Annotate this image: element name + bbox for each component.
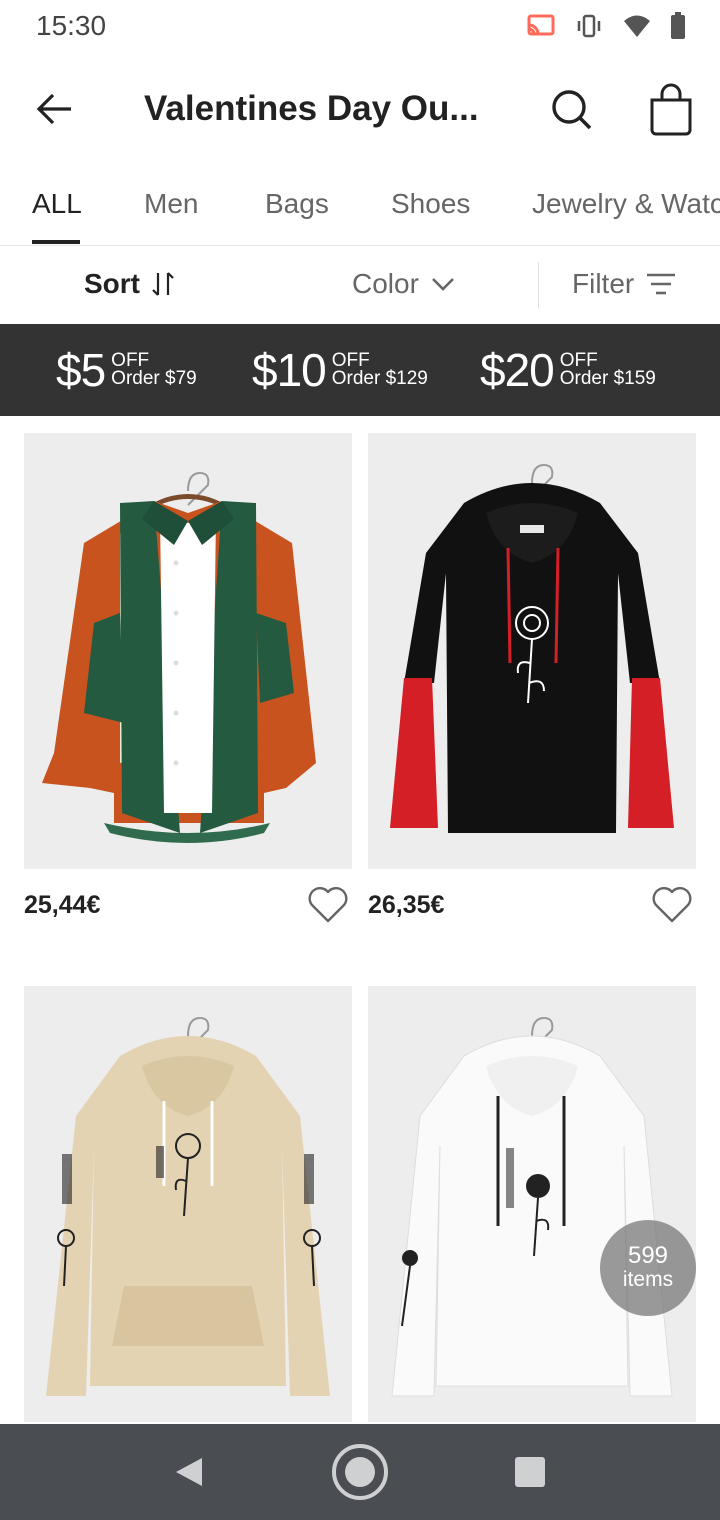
sort-button[interactable]: Sort [84, 266, 176, 302]
status-icons [526, 12, 686, 40]
color-dropdown[interactable]: Color [352, 266, 455, 302]
tab-all[interactable]: ALL [32, 186, 82, 222]
tab-bags[interactable]: Bags [265, 186, 329, 222]
square-recents-icon [515, 1457, 545, 1487]
status-bar: 15:30 [0, 0, 720, 56]
white-hoodie-image [391, 1016, 673, 1397]
sort-label: Sort [84, 268, 140, 299]
items-count-number: 599 [627, 1242, 669, 1269]
product-image[interactable] [24, 433, 352, 869]
product-price: 26,35€ [368, 891, 445, 919]
promo-banner[interactable]: $5 OFF Order $79 $10 OFF Order $129 $20 … [0, 324, 720, 416]
product-price: 25,44€ [24, 891, 101, 919]
black-hoodie-image [390, 463, 674, 833]
vibrate-icon [577, 14, 601, 38]
product-image[interactable] [24, 986, 352, 1422]
cast-icon [527, 14, 555, 36]
system-nav-bar [0, 1424, 720, 1520]
back-button[interactable] [30, 86, 80, 132]
coupon-10-off[interactable]: $10 OFF Order $129 [252, 342, 428, 398]
product-image[interactable] [368, 986, 696, 1422]
chevron-down-icon [432, 278, 454, 291]
product-image[interactable] [368, 433, 696, 869]
triangle-back-icon [176, 1458, 202, 1486]
coupon-min-order: Order $79 [111, 368, 197, 389]
tab-jewelry-watches[interactable]: Jewelry & Watc [532, 186, 720, 222]
wishlist-button[interactable] [650, 885, 694, 925]
product-meta: 25,44€ [24, 869, 352, 941]
circle-home-icon [332, 1444, 388, 1500]
active-tab-indicator [32, 240, 80, 244]
coupon-min-order: Order $129 [331, 368, 428, 389]
system-back-button[interactable] [168, 1452, 208, 1497]
coupon-amount: $10 [252, 344, 327, 396]
battery-icon [671, 12, 685, 39]
product-card[interactable] [24, 986, 352, 1422]
shopping-bag-icon [650, 83, 692, 136]
beige-hoodie-image [46, 1016, 330, 1396]
coupon-20-off[interactable]: $20 OFF Order $159 [480, 342, 656, 398]
shopping-bag-button[interactable] [646, 82, 696, 136]
tab-shoes[interactable]: Shoes [391, 186, 470, 222]
system-home-button[interactable] [330, 1442, 390, 1507]
wifi-icon [624, 15, 650, 37]
product-meta: 26,35€ [368, 869, 696, 941]
tab-men[interactable]: Men [144, 186, 198, 222]
coupon-amount: $20 [480, 344, 555, 396]
product-card[interactable] [368, 986, 696, 1422]
category-tabs: ALL Men Bags Shoes Jewelry & Watc [0, 168, 720, 246]
filter-bar: Sort Color Filter [0, 246, 720, 324]
search-button[interactable] [548, 86, 596, 134]
heart-outline-icon [652, 887, 692, 923]
product-card[interactable]: 26,35€ [368, 433, 696, 941]
items-count-badge: 599 items [600, 1220, 696, 1316]
wishlist-button[interactable] [306, 885, 350, 925]
coupon-min-order: Order $159 [559, 368, 656, 389]
arrow-left-icon [36, 93, 71, 125]
filter-label: Filter [572, 268, 635, 299]
status-time: 15:30 [36, 10, 107, 41]
items-count-label: items [622, 1268, 674, 1291]
system-recents-button[interactable] [514, 1456, 546, 1493]
corduroy-shirt-image [42, 471, 316, 843]
search-icon [552, 90, 592, 130]
product-card[interactable]: 25,44€ [24, 433, 352, 941]
filter-lines-icon [647, 273, 676, 295]
coupon-amount: $5 [56, 344, 106, 396]
color-label: Color [352, 268, 419, 299]
filter-button[interactable]: Filter [572, 266, 676, 302]
app-header: Valentines Day Ou... [0, 62, 720, 158]
filter-divider [538, 262, 539, 308]
heart-outline-icon [308, 887, 348, 923]
coupon-5-off[interactable]: $5 OFF Order $79 [56, 342, 197, 398]
page-title: Valentines Day Ou... [144, 89, 479, 128]
sort-arrows-icon [152, 272, 174, 296]
